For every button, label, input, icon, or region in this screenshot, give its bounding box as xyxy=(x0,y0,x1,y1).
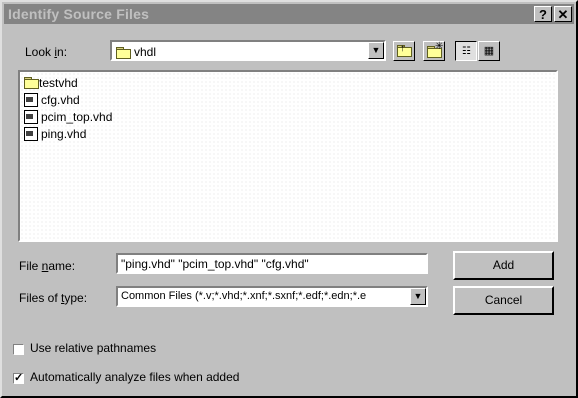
help-button[interactable]: ? xyxy=(534,6,552,22)
list-item-label: ping.vhd xyxy=(41,127,87,141)
new-folder-icon[interactable]: ✳ xyxy=(423,41,445,61)
file-name-label: File name: xyxy=(19,259,76,273)
list-item-cfg-vhd[interactable]: cfg.vhd xyxy=(24,92,80,108)
file-name-value: "ping.vhd" "pcim_top.vhd" "cfg.vhd" xyxy=(121,257,309,271)
file-type-dropdown[interactable]: Common Files (*.v;*.vhd;*.xnf;*.sxnf;*.e… xyxy=(116,286,428,307)
file-list[interactable]: testvhd cfg.vhd pcim_top.vhd ping.vhd xyxy=(18,70,558,242)
relative-pathnames-checkbox[interactable] xyxy=(13,344,24,355)
list-item-label: pcim_top.vhd xyxy=(41,110,113,124)
file-name-input[interactable]: "ping.vhd" "pcim_top.vhd" "cfg.vhd" xyxy=(116,253,428,274)
file-type-value: Common Files (*.v;*.vhd;*.xnf;*.sxnf;*.e… xyxy=(121,290,367,302)
list-item-label: cfg.vhd xyxy=(41,93,80,107)
file-type-label: Files of type: xyxy=(19,291,88,305)
identify-source-files-dialog: Identify Source Files ? ✕ Look in: vhdl … xyxy=(0,0,578,398)
file-icon xyxy=(24,127,38,141)
cancel-button[interactable]: Cancel xyxy=(453,286,554,315)
auto-analyze-label[interactable]: Automatically analyze files when added xyxy=(30,370,239,384)
folder-icon xyxy=(24,77,39,89)
title-bar[interactable]: Identify Source Files ? ✕ xyxy=(4,4,574,24)
list-item-pcim-top-vhd[interactable]: pcim_top.vhd xyxy=(24,109,112,125)
chevron-down-icon[interactable]: ▼ xyxy=(368,42,384,59)
file-icon xyxy=(24,110,38,124)
close-button[interactable]: ✕ xyxy=(554,6,572,22)
look-in-dropdown[interactable]: vhdl ▼ xyxy=(110,40,386,61)
up-folder-icon[interactable]: ↑ xyxy=(393,41,415,61)
details-view-icon[interactable]: ▦ xyxy=(478,41,500,61)
list-view-icon[interactable]: ☷ xyxy=(455,41,477,61)
add-button[interactable]: Add xyxy=(453,251,554,280)
relative-pathnames-label[interactable]: Use relative pathnames xyxy=(30,341,156,355)
file-icon xyxy=(24,93,38,107)
list-item-ping-vhd[interactable]: ping.vhd xyxy=(24,126,86,142)
dialog-title: Identify Source Files xyxy=(8,6,150,22)
chevron-down-icon[interactable]: ▼ xyxy=(410,288,426,305)
auto-analyze-checkbox[interactable]: ✓ xyxy=(13,373,24,384)
folder-icon xyxy=(116,46,131,59)
look-in-label: Look in: xyxy=(25,45,68,59)
look-in-value: vhdl xyxy=(134,45,157,59)
list-item-testvhd[interactable]: testvhd xyxy=(24,75,78,91)
list-item-label: testvhd xyxy=(39,76,78,90)
